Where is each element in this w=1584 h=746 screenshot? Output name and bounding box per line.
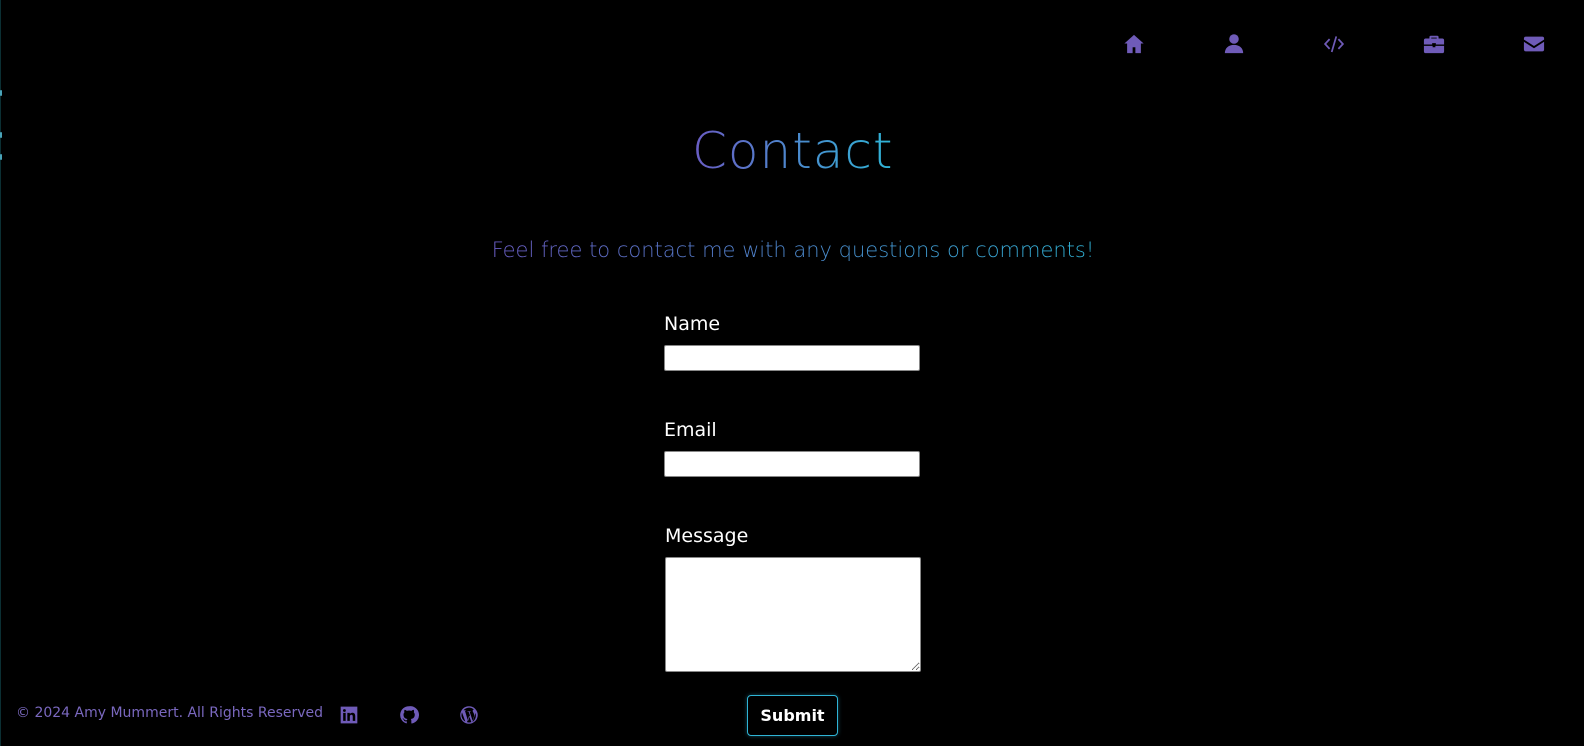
footer-copyright: © 2024 Amy Mummert. All Rights Reserved (16, 705, 324, 721)
nav-contact-button[interactable] (1522, 32, 1546, 56)
page-title: Contact (692, 122, 894, 180)
nav-experience-button[interactable] (1422, 32, 1446, 56)
nav-about-button[interactable] (1222, 32, 1246, 56)
edge-mark (0, 90, 2, 96)
envelope-icon (1523, 36, 1545, 52)
home-icon (1124, 34, 1144, 54)
edge-mark (0, 132, 2, 138)
page-subtitle: Feel free to contact me with any questio… (487, 238, 1099, 262)
nav-home-button[interactable] (1122, 32, 1146, 56)
nav-projects-button[interactable] (1322, 32, 1346, 56)
left-edge-border (0, 0, 1, 746)
briefcase-icon (1423, 35, 1445, 54)
code-icon (1323, 36, 1345, 53)
message-label: Message (665, 525, 749, 547)
name-label: Name (664, 313, 721, 335)
linkedin-link[interactable] (338, 704, 360, 726)
github-link[interactable] (398, 704, 420, 726)
submit-button[interactable]: Submit (747, 695, 838, 736)
contact-page: Contact Feel free to contact me with any… (0, 0, 1584, 746)
edge-mark (0, 154, 2, 160)
wordpress-link[interactable] (458, 704, 480, 726)
message-field[interactable] (665, 557, 921, 672)
email-field[interactable] (664, 451, 920, 477)
email-label: Email (664, 419, 717, 441)
top-navigation (1122, 32, 1546, 56)
name-field[interactable] (664, 345, 920, 371)
linkedin-icon (340, 706, 358, 724)
wordpress-icon (460, 706, 478, 724)
user-icon (1224, 34, 1244, 54)
github-icon (400, 706, 419, 724)
